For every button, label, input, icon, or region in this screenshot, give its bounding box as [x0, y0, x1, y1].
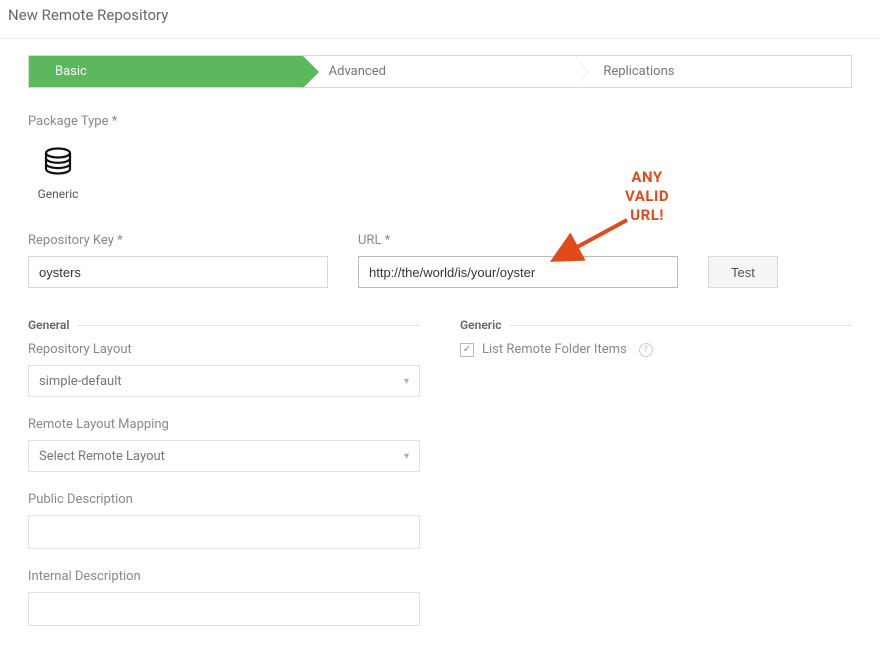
repo-layout-select[interactable]: simple-default ▾: [28, 365, 420, 397]
page-title: New Remote Repository: [0, 0, 880, 39]
internal-desc-label: Internal Description: [28, 569, 420, 584]
chevron-down-icon: ▾: [404, 376, 409, 387]
generic-package-icon: [40, 143, 76, 179]
wizard-steps: Basic Advanced Replications: [28, 55, 852, 88]
section-general: General: [28, 318, 420, 332]
url-input[interactable]: [358, 256, 678, 288]
remote-layout-label: Remote Layout Mapping: [28, 417, 420, 432]
test-button[interactable]: Test: [708, 256, 778, 288]
wizard-step-advanced[interactable]: Advanced: [303, 56, 578, 87]
public-desc-input[interactable]: [28, 515, 420, 549]
remote-layout-select[interactable]: Select Remote Layout ▾: [28, 440, 420, 472]
repo-key-input[interactable]: [28, 256, 328, 288]
annotation-text: ANY VALID URL!: [625, 168, 669, 224]
list-remote-label: List Remote Folder Items: [482, 342, 627, 357]
repo-key-label: Repository Key *: [28, 233, 328, 248]
section-generic: Generic: [460, 318, 852, 332]
internal-desc-input[interactable]: [28, 592, 420, 626]
wizard-step-replications[interactable]: Replications: [577, 56, 851, 87]
help-icon[interactable]: ?: [639, 343, 653, 357]
list-remote-checkbox[interactable]: ✓: [460, 343, 474, 357]
repo-layout-label: Repository Layout: [28, 342, 420, 357]
wizard-step-basic[interactable]: Basic: [29, 56, 303, 87]
public-desc-label: Public Description: [28, 492, 420, 507]
url-label: URL *: [358, 233, 678, 248]
package-type-name: Generic: [38, 187, 79, 201]
package-type-label: Package Type *: [28, 114, 852, 129]
chevron-down-icon: ▾: [404, 451, 409, 462]
package-type-generic[interactable]: Generic: [28, 143, 88, 201]
